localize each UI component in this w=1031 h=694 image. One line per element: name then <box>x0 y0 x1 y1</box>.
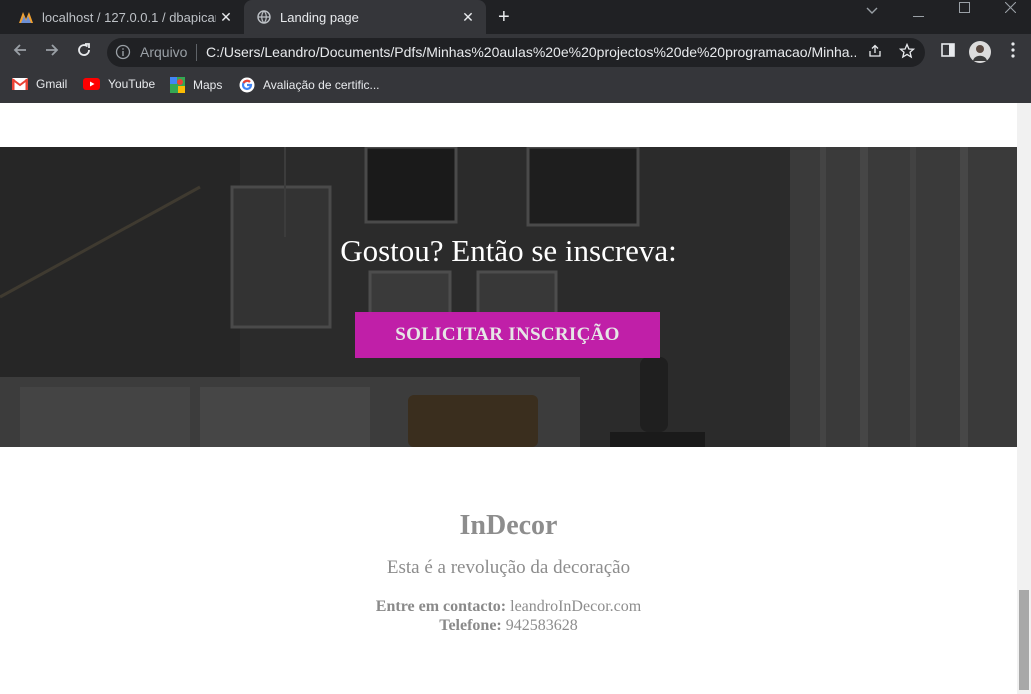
bookmark-youtube[interactable]: YouTube <box>83 77 155 91</box>
forward-arrow-icon[interactable] <box>40 41 64 63</box>
tab-title: localhost / 127.0.0.1 / dbapicarro <box>42 9 216 25</box>
security-label: Arquivo <box>140 44 188 60</box>
minimize-window-icon[interactable] <box>913 5 924 19</box>
bookmark-avaliacao[interactable]: Avaliação de certific... <box>239 77 380 93</box>
profile-avatar[interactable] <box>968 41 992 63</box>
gmail-icon <box>12 78 28 90</box>
phone-value: 942583628 <box>505 617 578 634</box>
contact-value: leandroInDecor.com <box>510 598 642 615</box>
contact-label: Entre em contacto: <box>375 598 507 615</box>
share-icon[interactable] <box>867 43 883 63</box>
bookmark-label: Avaliação de certific... <box>263 78 380 92</box>
tab-landing-page[interactable]: Landing page ✕ <box>244 0 486 34</box>
side-panel-icon[interactable] <box>936 41 960 63</box>
bookmarks-bar: Gmail YouTube Maps Avaliação de certific… <box>0 71 1031 104</box>
footer-contact: Entre em contacto: leandroInDecor.com Te… <box>0 597 1017 635</box>
maps-icon <box>170 77 185 93</box>
info-icon[interactable] <box>115 44 131 65</box>
close-window-icon[interactable] <box>1004 0 1017 14</box>
tab-search-icon[interactable] <box>866 2 878 16</box>
page-viewport: Gostou? Então se inscreva: SOLICITAR INS… <box>0 103 1017 694</box>
new-tab-button[interactable]: + <box>498 6 510 29</box>
url-text[interactable]: C:/Users/Leandro/Documents/Pdfs/Minhas%2… <box>206 44 856 60</box>
menu-kebab-icon[interactable] <box>1001 41 1025 63</box>
omnibox-divider <box>196 44 197 61</box>
page-footer: InDecor Esta é a revolução da decoração … <box>0 447 1017 694</box>
reload-icon[interactable] <box>72 41 96 63</box>
bookmark-label: Maps <box>193 78 223 92</box>
bookmark-gmail[interactable]: Gmail <box>12 77 67 91</box>
maximize-window-icon[interactable] <box>959 0 970 14</box>
footer-brand: InDecor <box>459 510 558 541</box>
signup-hero-section: Gostou? Então se inscreva: SOLICITAR INS… <box>0 147 1017 447</box>
hero-background-image <box>0 147 1017 447</box>
bookmark-maps[interactable]: Maps <box>170 77 222 93</box>
tab-title: Landing page <box>280 9 359 25</box>
browser-toolbar: Arquivo C:/Users/Leandro/Documents/Pdfs/… <box>0 34 1031 71</box>
request-signup-button[interactable]: SOLICITAR INSCRIÇÃO <box>355 312 660 358</box>
tab-phpmyadmin[interactable]: localhost / 127.0.0.1 / dbapicarro ✕ <box>8 0 244 34</box>
google-icon <box>239 77 255 93</box>
address-bar[interactable]: Arquivo C:/Users/Leandro/Documents/Pdfs/… <box>107 38 925 67</box>
bookmark-label: Gmail <box>36 77 68 91</box>
page-scrollbar[interactable] <box>1017 103 1031 694</box>
close-tab-icon[interactable]: ✕ <box>216 9 236 26</box>
phpmyadmin-icon <box>18 9 34 25</box>
footer-tagline: Esta é a revolução da decoração <box>386 557 631 578</box>
hero-title: Gostou? Então se inscreva: <box>340 233 677 268</box>
bookmark-label: YouTube <box>108 77 156 91</box>
youtube-icon <box>83 78 100 90</box>
phone-line: Telefone: 942583628 <box>0 616 1017 635</box>
contact-line: Entre em contacto: leandroInDecor.com <box>0 597 1017 616</box>
back-arrow-icon[interactable] <box>8 41 32 63</box>
scrollbar-thumb[interactable] <box>1019 590 1029 690</box>
close-tab-icon[interactable]: ✕ <box>458 9 478 26</box>
tab-strip: localhost / 127.0.0.1 / dbapicarro ✕ Lan… <box>0 0 1031 34</box>
bookmark-star-icon[interactable] <box>898 42 916 63</box>
globe-icon <box>256 9 272 25</box>
phone-label: Telefone: <box>439 617 502 634</box>
